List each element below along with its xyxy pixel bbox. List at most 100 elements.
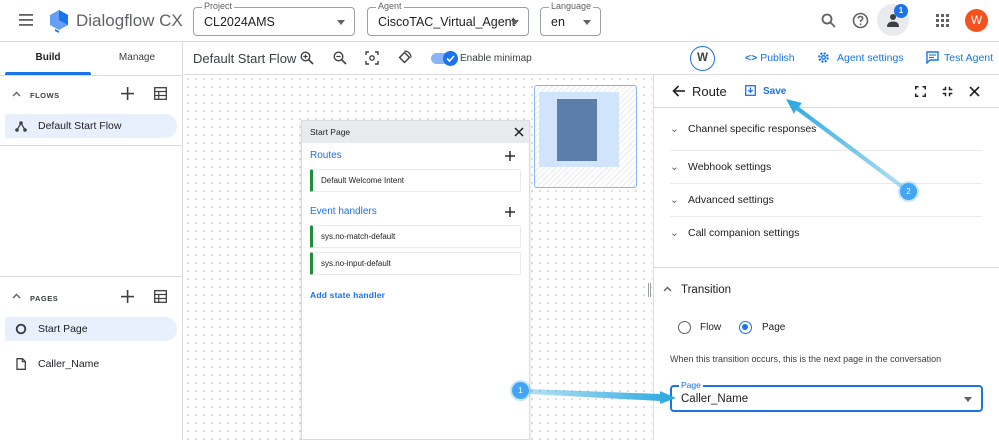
tab-build[interactable]: Build	[5, 42, 91, 74]
minimap-node	[557, 99, 597, 161]
chevron-down-icon	[511, 20, 519, 25]
radio-flow[interactable]	[678, 321, 691, 334]
menu-icon[interactable]	[19, 13, 35, 27]
tab-manage[interactable]: Manage	[93, 42, 181, 74]
collapse-panel-icon[interactable]	[942, 86, 953, 97]
notification-count-badge: 1	[894, 4, 908, 18]
divider	[0, 276, 183, 277]
chevron-down-icon	[583, 20, 591, 25]
left-panel: Build Manage FLOWS Default Start Flow PA…	[0, 42, 183, 440]
divider	[670, 150, 982, 151]
accordion-label: Advanced settings	[688, 194, 774, 206]
page-label: Start Page	[38, 323, 88, 335]
top-bar: Dialogflow CX Project CL2024AMS Agent Ci…	[0, 0, 999, 42]
collapse-pages-icon[interactable]	[12, 293, 21, 299]
agent-value: CiscoTAC_Virtual_Agent	[378, 15, 516, 29]
sidebar-item-default-start-flow[interactable]: Default Start Flow	[5, 114, 177, 138]
chevron-down-icon: ⌄	[670, 123, 679, 135]
center-focus-icon[interactable]	[365, 51, 379, 65]
divider	[670, 183, 982, 184]
accordion-label: Webhook settings	[688, 161, 772, 173]
minimap[interactable]	[534, 85, 637, 188]
annotation-badge-2: 2	[900, 183, 917, 200]
sidebar-item-start-page[interactable]: Start Page	[5, 317, 177, 341]
account-avatar[interactable]: W	[965, 9, 988, 32]
language-value: en	[551, 15, 565, 29]
sidebar-item-caller-name[interactable]: Caller_Name	[5, 352, 177, 376]
zoom-out-icon[interactable]	[333, 51, 347, 65]
chevron-down-icon: ⌄	[670, 227, 679, 239]
publish-button[interactable]: <> Publish	[745, 52, 795, 64]
divider	[670, 216, 982, 217]
page-select[interactable]: Page Caller_Name	[670, 380, 983, 412]
start-page-card[interactable]: Start Page Routes Default Welcome Intent…	[301, 120, 530, 440]
panel-resize-handle[interactable]	[648, 283, 651, 297]
help-icon[interactable]	[852, 12, 869, 29]
pages-section-title: PAGES	[30, 294, 59, 303]
auto-layout-icon[interactable]	[397, 50, 412, 65]
project-value: CL2024AMS	[204, 15, 275, 29]
accordion-label: Call companion settings	[688, 227, 800, 239]
page-label: Caller_Name	[38, 358, 100, 370]
chat-icon	[926, 51, 939, 64]
event-handler-item[interactable]: sys.no-input-default	[310, 252, 521, 275]
divider	[654, 107, 999, 108]
project-label: Project	[202, 1, 235, 11]
dialogflow-logo-icon	[49, 9, 69, 33]
accordion-channel-responses[interactable]: ⌄ Channel specific responses	[670, 123, 982, 135]
apps-grid-icon[interactable]	[936, 14, 949, 27]
language-select[interactable]: Language en	[540, 1, 601, 36]
minimap-toggle[interactable]	[431, 51, 458, 66]
user-avatar[interactable]: W	[690, 46, 715, 71]
route-panel: Route Save ⌄ Channel specific responses ⌄…	[653, 75, 999, 440]
flow-label: Default Start Flow	[38, 120, 122, 132]
agent-select[interactable]: Agent CiscoTAC_Virtual_Agent	[367, 1, 529, 36]
app-title: Dialogflow CX	[76, 11, 183, 30]
language-label: Language	[549, 1, 594, 11]
annotation-badge-1: 1	[512, 382, 529, 399]
accordion-call-companion[interactable]: ⌄ Call companion settings	[670, 227, 982, 239]
card-header: Start Page	[302, 121, 529, 143]
close-panel-icon[interactable]	[969, 86, 980, 97]
chevron-up-icon[interactable]	[663, 286, 672, 292]
gear-icon	[818, 52, 829, 63]
event-handlers-heading: Event handlers	[310, 206, 377, 217]
project-select[interactable]: Project CL2024AMS	[193, 1, 355, 36]
add-state-handler-link[interactable]: Add state handler	[310, 290, 385, 300]
accordion-webhook-settings[interactable]: ⌄ Webhook settings	[670, 161, 982, 173]
accordion-label: Channel specific responses	[688, 123, 817, 135]
chevron-down-icon: ⌄	[670, 194, 679, 206]
radio-page-label: Page	[762, 322, 786, 333]
divider	[0, 145, 183, 146]
save-label: Save	[763, 86, 787, 97]
search-icon[interactable]	[821, 13, 836, 28]
add-event-handler-icon[interactable]	[505, 207, 515, 217]
save-icon	[745, 85, 756, 96]
pages-table-icon[interactable]	[154, 290, 167, 303]
routes-heading: Routes	[310, 150, 342, 161]
transition-hint: When this transition occurs, this is the…	[670, 354, 942, 364]
publish-label: Publish	[760, 52, 795, 64]
flows-section-title: FLOWS	[30, 91, 60, 100]
zoom-in-icon[interactable]	[300, 51, 314, 65]
event-handler-item[interactable]: sys.no-match-default	[310, 225, 521, 248]
route-item[interactable]: Default Welcome Intent	[310, 169, 521, 192]
flow-title: Default Start Flow	[193, 51, 297, 66]
flows-table-icon[interactable]	[154, 87, 167, 100]
close-icon[interactable]	[514, 127, 524, 137]
collapse-flows-icon[interactable]	[12, 91, 21, 97]
add-flow-icon[interactable]	[121, 87, 134, 100]
minimap-toggle-knob	[443, 51, 458, 66]
add-page-icon[interactable]	[121, 290, 134, 303]
start-page-circle-icon	[15, 323, 27, 335]
radio-page[interactable]	[739, 321, 752, 334]
page-select-value: Caller_Name	[681, 393, 749, 405]
add-route-icon[interactable]	[505, 151, 515, 161]
page-select-label: Page	[679, 380, 703, 390]
back-arrow-icon[interactable]	[672, 85, 686, 97]
notifications-button[interactable]: 1	[877, 4, 909, 36]
fullscreen-icon[interactable]	[915, 86, 926, 97]
radio-flow-label: Flow	[700, 322, 722, 333]
accordion-advanced-settings[interactable]: ⌄ Advanced settings	[670, 194, 982, 206]
agent-settings-label: Agent settings	[837, 52, 904, 64]
